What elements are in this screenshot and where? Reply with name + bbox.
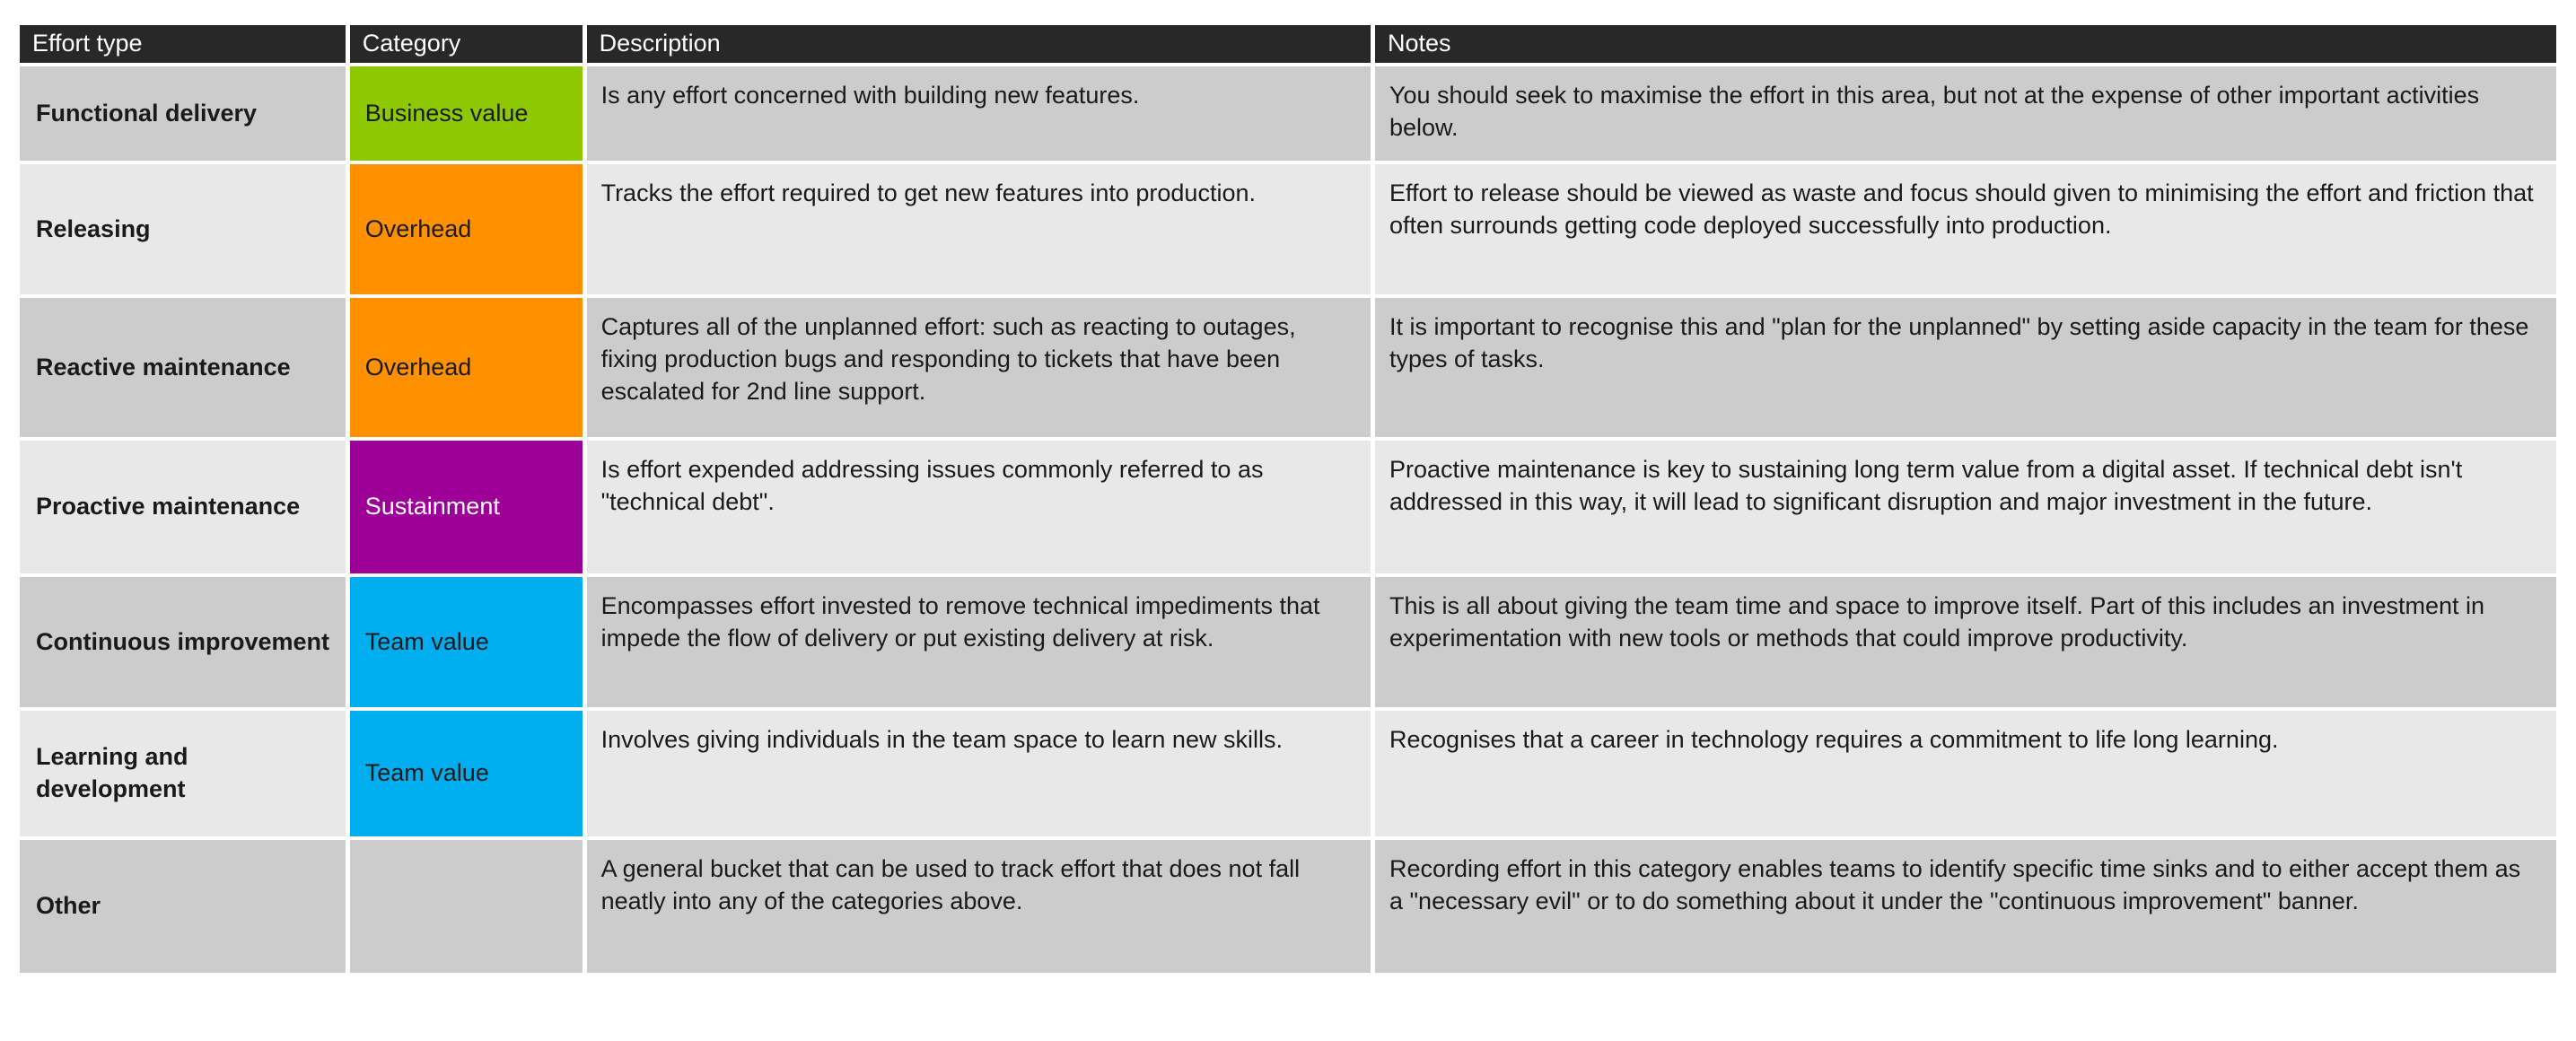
cell-effort-type: Reactive maintenance xyxy=(20,298,346,437)
notes-text: This is all about giving the team time a… xyxy=(1389,592,2485,652)
cell-effort-type: Continuous improvement xyxy=(20,577,346,707)
cell-notes: This is all about giving the team time a… xyxy=(1374,577,2556,707)
table-row: Releasing Overhead Tracks the effort req… xyxy=(20,164,2556,294)
cell-category: Business value xyxy=(349,66,583,161)
cell-notes: It is important to recognise this and "p… xyxy=(1374,298,2556,437)
cell-category: Team value xyxy=(349,711,583,836)
column-header-category: Category xyxy=(349,25,583,63)
category-label: Team value xyxy=(364,759,489,787)
effort-type-label: Releasing xyxy=(36,214,151,242)
cell-effort-type: Functional delivery xyxy=(20,66,346,161)
column-header-notes: Notes xyxy=(1374,25,2557,63)
description-text: Is any effort concerned with building ne… xyxy=(600,82,1140,109)
page: Effort type Category Description Notes F… xyxy=(0,0,2576,1041)
cell-category: Team value xyxy=(349,577,583,707)
effort-type-label: Functional delivery xyxy=(36,99,258,127)
category-label: Sustainment xyxy=(364,493,500,520)
cell-category: Overhead xyxy=(349,164,583,294)
table-header-row: Effort type Category Description Notes xyxy=(20,25,2557,63)
cell-effort-type: Releasing xyxy=(20,164,346,294)
table-row: Reactive maintenance Overhead Captures a… xyxy=(20,298,2556,437)
cell-notes: Recognises that a career in technology r… xyxy=(1374,711,2556,836)
cell-effort-type: Learning and development xyxy=(20,711,346,836)
cell-notes: Proactive maintenance is key to sustaini… xyxy=(1374,441,2556,573)
description-text: A general bucket that can be used to tra… xyxy=(600,855,1301,914)
cell-category: Sustainment xyxy=(349,441,583,573)
cell-description: Tracks the effort required to get new fe… xyxy=(586,164,1371,294)
notes-text: It is important to recognise this and "p… xyxy=(1389,313,2529,372)
description-text: Is effort expended addressing issues com… xyxy=(600,456,1264,515)
notes-text: Proactive maintenance is key to sustaini… xyxy=(1389,456,2463,515)
effort-type-label: Proactive maintenance xyxy=(36,493,301,520)
table-row: Continuous improvement Team value Encomp… xyxy=(20,577,2556,707)
cell-description: A general bucket that can be used to tra… xyxy=(586,840,1371,973)
notes-text: Recording effort in this category enable… xyxy=(1389,855,2521,914)
notes-text: Effort to release should be viewed as wa… xyxy=(1389,179,2534,239)
table-row: Functional delivery Business value Is an… xyxy=(20,66,2556,161)
effort-type-label: Continuous improvement xyxy=(36,627,330,655)
cell-notes: Effort to release should be viewed as wa… xyxy=(1374,164,2556,294)
effort-type-label: Other xyxy=(36,892,101,920)
cell-description: Encompasses effort invested to remove te… xyxy=(586,577,1371,707)
cell-category xyxy=(349,840,583,973)
table-row: Proactive maintenance Sustainment Is eff… xyxy=(20,441,2556,573)
category-label: Overhead xyxy=(364,214,472,242)
column-header-description: Description xyxy=(586,25,1371,63)
cell-description: Captures all of the unplanned effort: su… xyxy=(586,298,1371,437)
category-label: Team value xyxy=(364,627,489,655)
category-label: Overhead xyxy=(364,353,472,381)
effort-type-label: Learning and development xyxy=(36,743,188,802)
cell-description: Is effort expended addressing issues com… xyxy=(586,441,1371,573)
cell-notes: Recording effort in this category enable… xyxy=(1374,840,2556,973)
description-text: Tracks the effort required to get new fe… xyxy=(600,179,1256,206)
effort-type-table: Effort type Category Description Notes F… xyxy=(20,25,2557,973)
cell-effort-type: Other xyxy=(20,840,346,973)
cell-effort-type: Proactive maintenance xyxy=(20,441,346,573)
effort-type-label: Reactive maintenance xyxy=(36,353,291,381)
column-header-effort-type: Effort type xyxy=(20,25,346,63)
table-row: Other A general bucket that can be used … xyxy=(20,840,2556,973)
cell-category: Overhead xyxy=(349,298,583,437)
table-row: Learning and development Team value Invo… xyxy=(20,711,2556,836)
description-text: Captures all of the unplanned effort: su… xyxy=(600,313,1296,405)
description-text: Encompasses effort invested to remove te… xyxy=(600,592,1320,652)
notes-text: Recognises that a career in technology r… xyxy=(1389,726,2279,753)
cell-description: Involves giving individuals in the team … xyxy=(586,711,1371,836)
cell-description: Is any effort concerned with building ne… xyxy=(586,66,1371,161)
category-label: Business value xyxy=(364,99,529,127)
notes-text: You should seek to maximise the effort i… xyxy=(1389,82,2480,141)
description-text: Involves giving individuals in the team … xyxy=(600,726,1283,753)
cell-notes: You should seek to maximise the effort i… xyxy=(1374,66,2556,161)
